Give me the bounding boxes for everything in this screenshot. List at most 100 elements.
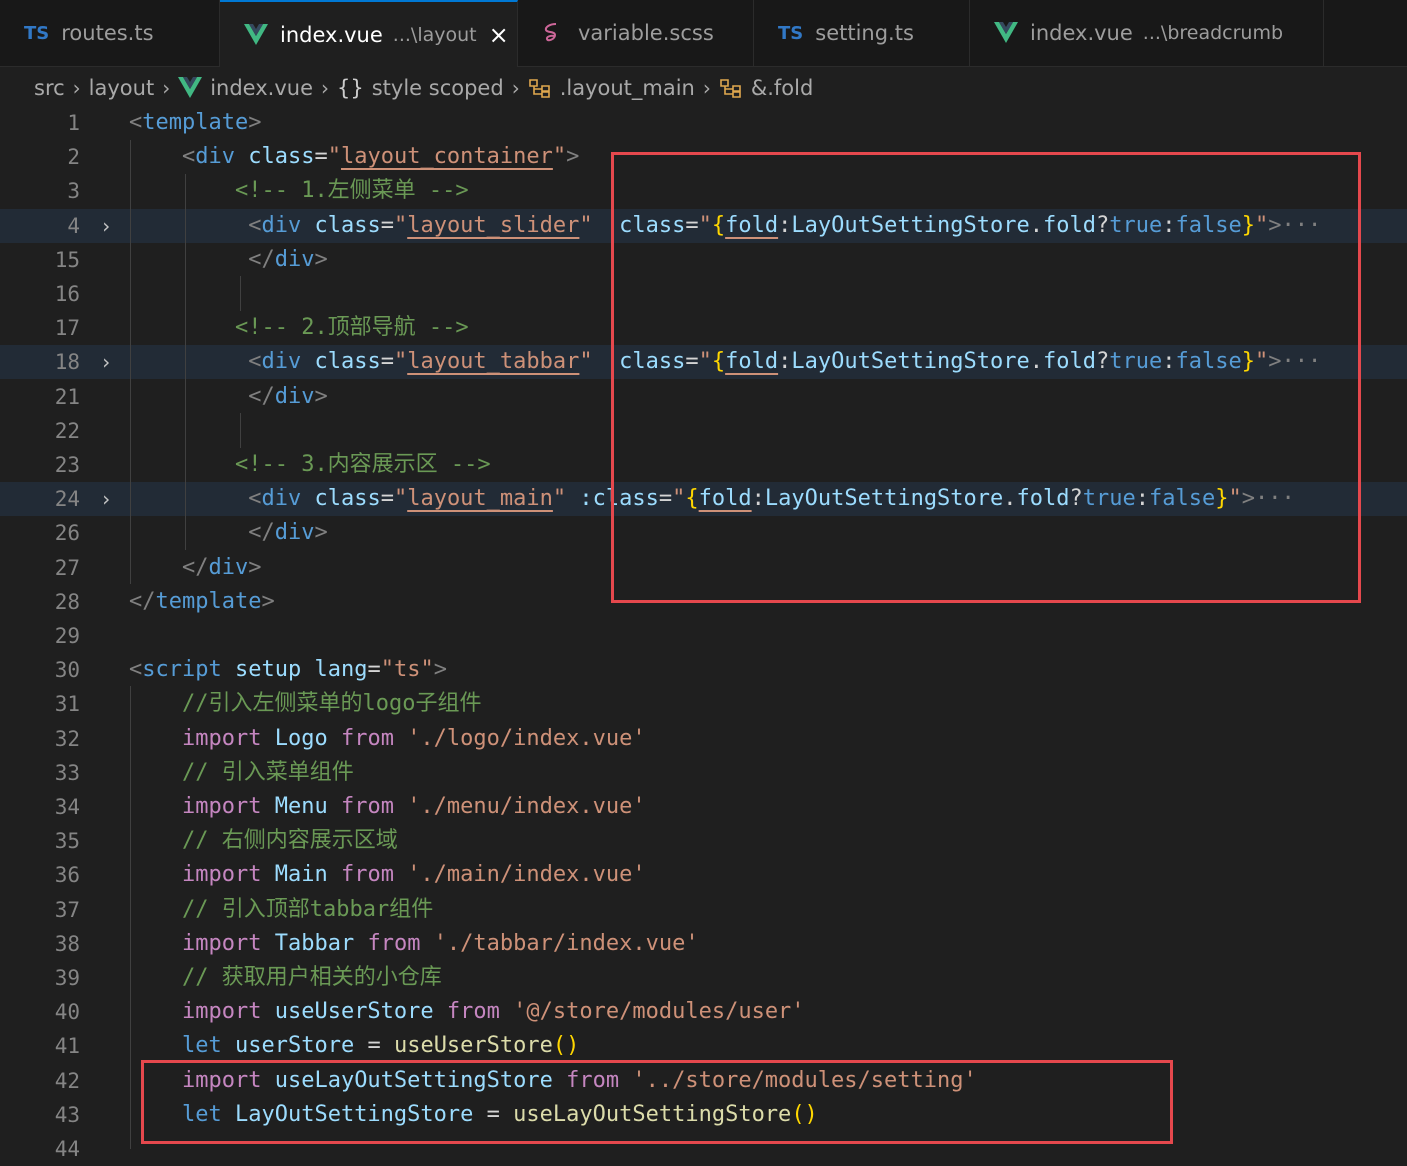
tab-routes-ts[interactable]: TS routes.ts — [0, 0, 220, 66]
code-line[interactable]: 31 //引入左侧菜单的logo子组件 — [0, 687, 1407, 721]
code-text: import useLayOutSettingStore from '../st… — [129, 1064, 977, 1098]
code-line[interactable]: 39 // 获取用户相关的小仓库 — [0, 961, 1407, 995]
tab-variable-scss[interactable]: variable.scss — [518, 0, 754, 66]
code-line[interactable]: 23 <!-- 3.内容展示区 --> — [0, 448, 1407, 482]
line-number: 33 — [54, 760, 80, 785]
code-line[interactable]: 37 // 引入顶部tabbar组件 — [0, 893, 1407, 927]
breadcrumb-item[interactable]: src — [34, 76, 65, 100]
tab-setting-ts[interactable]: TS setting.ts — [754, 0, 970, 66]
code-line[interactable]: 28 </template> — [0, 585, 1407, 619]
code-text: <!-- 1.左侧菜单 --> — [129, 174, 469, 208]
tab-index-vue[interactable]: index.vue ...\breadcrumb — [970, 0, 1324, 66]
code-token: './menu/index.vue' — [407, 794, 646, 819]
code-line[interactable]: 42 import useLayOutSettingStore from '..… — [0, 1064, 1407, 1098]
code-line[interactable]: 4 › <div class="layout_slider" :class="{f… — [0, 208, 1407, 243]
tab-index-vue[interactable]: index.vue ...\layout × — [220, 0, 518, 67]
breadcrumb-item[interactable]: {} style scoped — [337, 76, 504, 100]
code-token: div — [261, 486, 302, 512]
code-token: LayOutSettingStore — [791, 349, 1030, 375]
code-token: LayOutSettingStore — [234, 1101, 474, 1127]
breadcrumb-item[interactable]: &.fold — [719, 76, 813, 100]
code-token: " — [552, 144, 567, 170]
code-line[interactable]: 17 <!-- 2.顶部导航 --> — [0, 311, 1407, 345]
code-editor[interactable]: 1 <template> 2 <div class="layout_containe… — [0, 106, 1407, 1161]
code-line[interactable]: 18 › <div class="layout_tabbar" :class="{… — [0, 345, 1407, 380]
code-line[interactable]: 21 </div> — [0, 380, 1407, 414]
code-line[interactable]: 40 import useUserStore from '@/store/mod… — [0, 995, 1407, 1029]
code-token: useLayOutSettingStore — [513, 1101, 792, 1127]
breadcrumb-item[interactable]: layout — [89, 76, 155, 100]
code-text: </div> — [129, 551, 262, 585]
code-token: > — [248, 554, 262, 580]
code-token: . — [1029, 349, 1044, 375]
code-line[interactable]: 1 <template> — [0, 106, 1407, 140]
code-token: :class — [605, 349, 686, 375]
code-token: " — [393, 349, 408, 375]
code-line[interactable]: 29 — [0, 619, 1407, 653]
code-line[interactable]: 24 › <div class="layout_main" :class="{fo… — [0, 482, 1407, 517]
code-token: } — [1215, 486, 1229, 512]
code-token: div — [208, 554, 249, 580]
code-token: from — [340, 794, 394, 819]
code-line[interactable]: 36 import Main from './main/index.vue' — [0, 858, 1407, 892]
code-token: let — [181, 1033, 222, 1059]
code-text: import Main from './main/index.vue' — [129, 858, 646, 892]
code-line[interactable]: 34 import Menu from './menu/index.vue' — [0, 790, 1407, 824]
code-token: : — [1162, 349, 1176, 375]
tab-label: index.vue — [1030, 21, 1133, 45]
line-number: 42 — [54, 1068, 80, 1093]
code-token: < — [181, 144, 196, 170]
code-line[interactable]: 27 </div> — [0, 551, 1407, 585]
code-token: = — [380, 212, 394, 238]
code-line[interactable]: 22 — [0, 414, 1407, 448]
code-line[interactable]: 38 import Tabbar from './tabbar/index.vu… — [0, 927, 1407, 961]
code-token: './main/index.vue' — [407, 862, 646, 888]
chevron-right-icon: › — [72, 76, 81, 100]
breadcrumb-item[interactable]: index.vue — [178, 76, 313, 100]
code-token: import — [181, 930, 262, 956]
code-line[interactable]: 32 import Logo from './logo/index.vue' — [0, 722, 1407, 756]
code-token: " — [698, 212, 712, 238]
code-token: // 获取用户相关的小仓库 — [181, 965, 442, 990]
close-icon[interactable]: × — [489, 21, 509, 49]
line-number: 3 — [67, 179, 80, 204]
code-text: let LayOutSettingStore = useLayOutSettin… — [129, 1098, 818, 1132]
code-token: import — [181, 725, 262, 751]
code-line[interactable]: 16 — [0, 277, 1407, 311]
code-line[interactable]: 41 let userStore = useUserStore() — [0, 1029, 1407, 1063]
code-token: > — [314, 383, 328, 409]
code-line[interactable]: 2 <div class="layout_container"> — [0, 140, 1407, 174]
code-token: = — [658, 486, 673, 512]
code-line[interactable]: 35 // 右侧内容展示区域 — [0, 824, 1407, 858]
breadcrumb-item[interactable]: .layout_main — [528, 76, 695, 100]
typescript-icon: TS — [778, 22, 804, 44]
code-line[interactable]: 30 <script setup lang="ts"> — [0, 653, 1407, 687]
code-token: setup — [234, 657, 302, 683]
code-line[interactable]: 3 <!-- 1.左侧菜单 --> — [0, 174, 1407, 208]
code-token: div — [195, 144, 235, 170]
css-selector-icon — [528, 77, 552, 99]
indent-guide — [240, 276, 241, 311]
code-token: ? — [1096, 349, 1110, 375]
code-line[interactable]: 43 let LayOutSettingStore = useLayOutSet… — [0, 1098, 1407, 1132]
code-line[interactable]: 15 </div> — [0, 243, 1407, 277]
code-token: true — [1109, 349, 1163, 375]
code-line[interactable]: 26 </div> — [0, 516, 1407, 550]
fold-chevron-icon[interactable]: › — [100, 345, 112, 379]
code-line[interactable]: 33 // 引入菜单组件 — [0, 756, 1407, 790]
fold-chevron-icon[interactable]: › — [100, 482, 112, 516]
fold-chevron-icon[interactable]: › — [100, 209, 112, 243]
code-line[interactable]: 44 — [0, 1132, 1407, 1166]
code-token: " — [579, 349, 593, 375]
code-text: // 引入菜单组件 — [129, 756, 354, 790]
line-number: 26 — [54, 521, 80, 546]
code-text: // 引入顶部tabbar组件 — [129, 893, 433, 927]
code-token: </ — [181, 554, 209, 580]
